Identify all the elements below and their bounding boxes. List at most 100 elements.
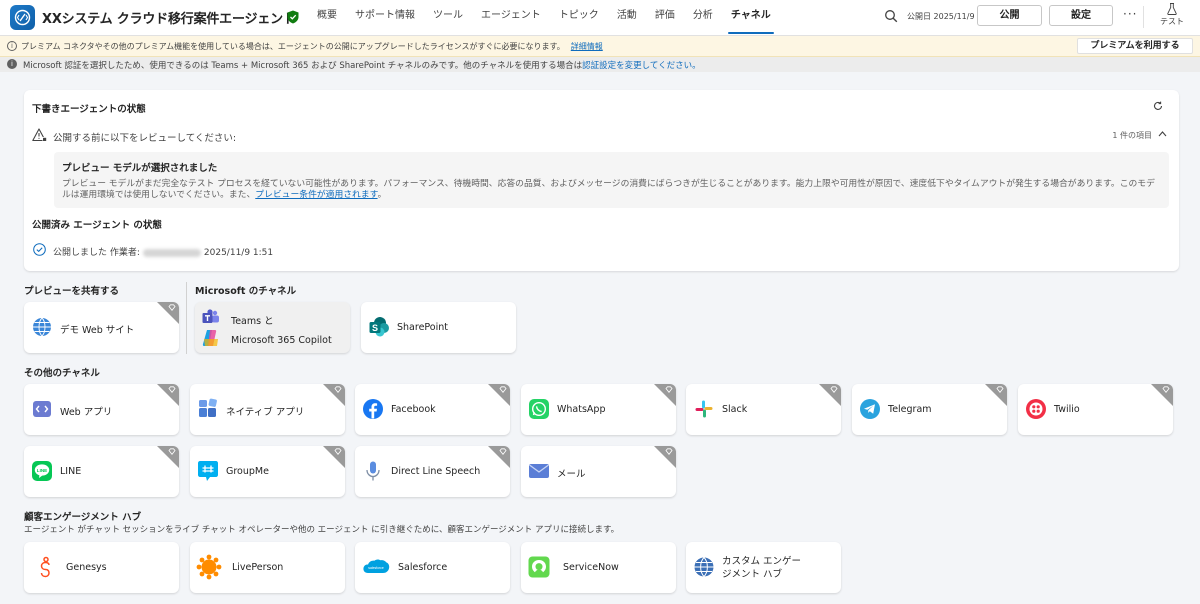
settings-button[interactable]: 設定 — [1049, 5, 1113, 26]
tab-channels[interactable]: チャネル — [722, 0, 780, 36]
channel-groupme[interactable]: GroupMe — [190, 446, 345, 497]
tile-label: Twilio — [1054, 404, 1080, 415]
tile-label: Facebook — [391, 404, 436, 415]
redacted-author — [142, 248, 201, 257]
sharepoint-icon: S — [369, 317, 389, 337]
hub-salesforce[interactable]: salesforce Salesforce — [355, 542, 510, 593]
agent-name: XXシステム クラウド移行案件エージェント — [42, 12, 296, 27]
diamond-icon — [830, 386, 838, 393]
facebook-icon — [363, 399, 383, 419]
genesys-icon — [40, 556, 50, 578]
liveperson-icon — [196, 554, 222, 580]
tab-knowledge[interactable]: サポート情報 — [346, 0, 424, 36]
use-premium-button[interactable]: プレミアムを利用する — [1077, 38, 1193, 54]
globe-icon — [33, 317, 51, 337]
premium-banner: i プレミアム コネクタやその他のプレミアム機能を使用している場合は、エージェン… — [0, 36, 1200, 57]
item-count: 1 件の項目 — [1112, 131, 1152, 140]
apps-icon — [199, 398, 217, 417]
tab-topics[interactable]: トピック — [550, 0, 608, 36]
review-label: 公開する前に以下をレビューしてください: — [53, 133, 237, 144]
diamond-icon — [334, 448, 342, 455]
channel-teams-m365[interactable]: Teams と Microsoft 365 Copilot — [195, 302, 350, 353]
tile-label: WhatsApp — [557, 404, 606, 415]
salesforce-icon: salesforce — [363, 559, 390, 573]
hub-servicenow[interactable]: ServiceNow — [521, 542, 676, 593]
tile-label: Slack — [722, 404, 748, 415]
channel-facebook[interactable]: Facebook — [355, 384, 510, 435]
info-icon: i — [7, 41, 17, 51]
tab-agents[interactable]: エージェント — [472, 0, 550, 36]
check-circle-icon — [33, 243, 46, 256]
diamond-icon — [1162, 386, 1170, 393]
twilio-icon — [1026, 399, 1046, 419]
tile-label: カスタム エンゲー ジメント ハブ — [722, 555, 801, 581]
teams-line2: Microsoft 365 Copilot — [231, 335, 332, 346]
channel-sharepoint[interactable]: S SharePoint — [361, 302, 516, 353]
custom-line2: ジメント ハブ — [722, 569, 783, 580]
tab-overview[interactable]: 概要 — [317, 0, 346, 36]
published-datetime: 2025/11/9 1:51 — [203, 248, 274, 258]
preview-model-notice: プレビュー モデルが選択されました プレビュー モデルがまだ完全なテスト プロセ… — [54, 152, 1169, 208]
channel-demo-website[interactable]: デモ Web サイト — [24, 302, 179, 353]
tab-analytics[interactable]: 分析 — [684, 0, 722, 36]
channel-direct-line-speech[interactable]: Direct Line Speech — [355, 446, 510, 497]
refresh-icon[interactable] — [1153, 101, 1163, 111]
channel-twilio[interactable]: Twilio — [1018, 384, 1173, 435]
whatsapp-icon — [529, 399, 549, 419]
learn-more-link[interactable]: 詳細情報 — [571, 42, 603, 51]
publish-button[interactable]: 公開 — [977, 5, 1042, 26]
tile-label: Telegram — [888, 404, 932, 415]
teams-icon — [202, 309, 219, 323]
flask-icon — [1167, 3, 1177, 15]
search-icon[interactable] — [884, 9, 898, 23]
preview-terms-link[interactable]: プレビュー条件が適用されます — [255, 190, 377, 200]
mail-icon — [529, 464, 549, 478]
channel-slack[interactable]: Slack — [686, 384, 841, 435]
agent-logo-icon — [10, 5, 35, 30]
tab-evaluation[interactable]: 評価 — [646, 0, 684, 36]
diamond-icon — [665, 448, 673, 455]
svg-text:LINE: LINE — [37, 468, 47, 473]
diamond-icon — [499, 448, 507, 455]
chevron-up-icon[interactable] — [1158, 130, 1167, 138]
change-auth-link[interactable]: 認証設定を変更してください。 — [582, 61, 701, 71]
tab-tools[interactable]: ツール — [424, 0, 472, 36]
diamond-icon — [168, 448, 176, 455]
code-window-icon — [33, 401, 51, 417]
tile-label: メール — [557, 469, 586, 480]
engagement-hub-heading: 顧客エンゲージメント ハブ — [24, 512, 142, 523]
auth-banner: i Microsoft 認証を選択したため、使用できるのは Teams + Mi… — [0, 57, 1200, 72]
channel-whatsapp[interactable]: WhatsApp — [521, 384, 676, 435]
channel-native-app[interactable]: ネイティブ アプリ — [190, 384, 345, 435]
channel-line[interactable]: LINE LINE — [24, 446, 179, 497]
published-status-title: 公開済み エージェント の状態 — [32, 220, 162, 231]
other-channels-heading: その他のチャネル — [24, 368, 100, 379]
preview-model-title: プレビュー モデルが選択されました — [62, 163, 218, 174]
diamond-icon — [168, 386, 176, 393]
more-options-button[interactable]: ··· — [1123, 7, 1137, 21]
test-button[interactable]: テスト — [1156, 3, 1188, 27]
tile-label: Genesys — [66, 562, 107, 573]
publish-date: 公開日 2025/11/9 — [907, 12, 975, 21]
tab-activity[interactable]: 活動 — [608, 0, 646, 36]
preview-model-body: プレビュー モデルがまだ完全なテスト プロセスを経ていない可能性があります。パフ… — [62, 179, 1155, 200]
telegram-icon — [860, 399, 880, 419]
hub-custom-engagement[interactable]: カスタム エンゲー ジメント ハブ — [686, 542, 841, 593]
tile-label: LINE — [60, 466, 82, 477]
top-bar: XXシステム クラウド移行案件エージェント 概要 サポート情報 ツール エージェ… — [0, 0, 1200, 36]
diamond-icon — [996, 386, 1004, 393]
hub-liveperson[interactable]: LivePerson — [190, 542, 345, 593]
svg-text:S: S — [372, 323, 378, 333]
channel-telegram[interactable]: Telegram — [852, 384, 1007, 435]
channel-email[interactable]: メール — [521, 446, 676, 497]
tile-label: LivePerson — [232, 562, 284, 573]
tile-label: Direct Line Speech — [391, 466, 481, 477]
tile-label: Web アプリ — [60, 407, 113, 418]
hub-genesys[interactable]: Genesys — [24, 542, 179, 593]
agent-status-card: 下書きエージェントの状態 公開する前に以下をレビューしてください: 1 件の項目… — [24, 90, 1179, 271]
groupme-icon — [198, 461, 218, 481]
channel-web-app[interactable]: Web アプリ — [24, 384, 179, 435]
diamond-icon — [665, 386, 673, 393]
preview-text-end: 。 — [377, 190, 387, 200]
tile-label: Salesforce — [398, 562, 448, 573]
